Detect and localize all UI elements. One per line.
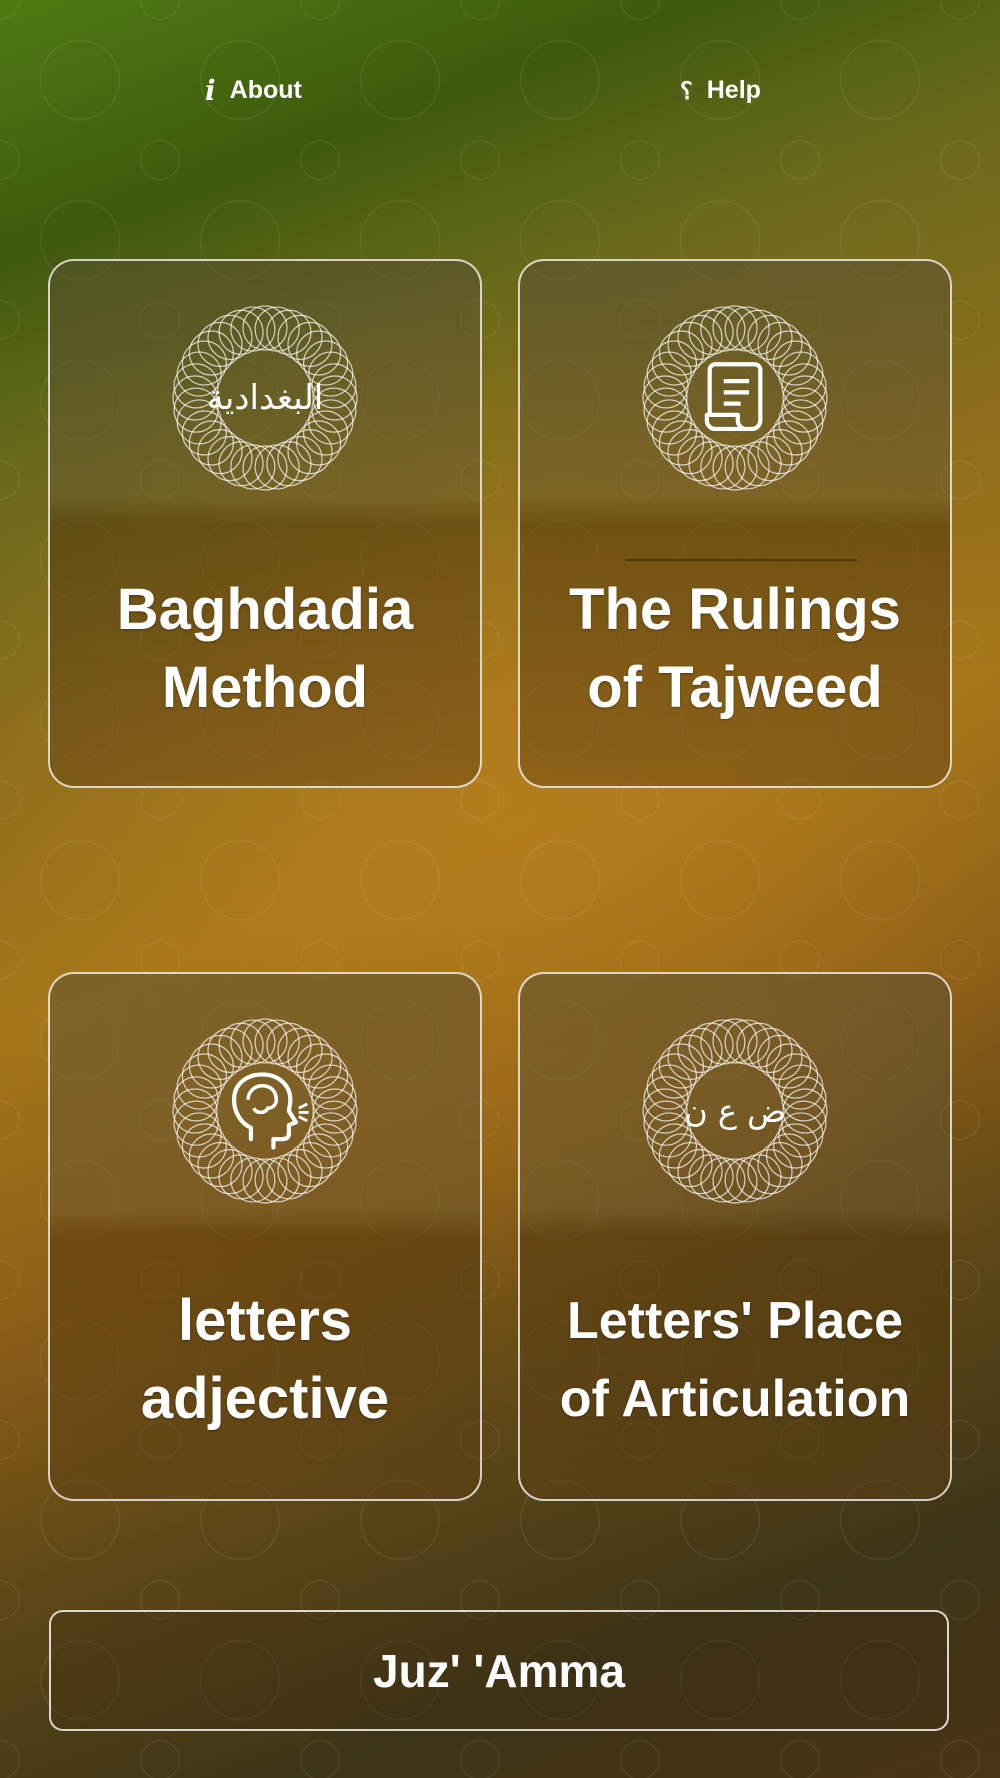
head-speaking-icon [170, 1016, 360, 1206]
card-letters-place-of-articulation[interactable]: ض ع ن Letters' Place of Articulation [518, 972, 952, 1501]
juz-amma-button[interactable]: Juz' 'Amma [49, 1610, 949, 1731]
about-label: About [229, 75, 302, 104]
juz-amma-label: Juz' 'Amma [373, 1644, 625, 1697]
about-button[interactable]: i About [205, 60, 302, 120]
question-icon: ؟ [680, 75, 693, 105]
divider [625, 559, 857, 561]
card-letters-adjective[interactable]: letters adjective [48, 972, 482, 1501]
arabic-letters-icon: ض ع ن [684, 1092, 786, 1130]
card-title: The Rulings of Tajweed [569, 577, 901, 720]
scroll-document-icon [640, 303, 830, 493]
card-title: letters adjective [140, 1288, 390, 1431]
help-label: Help [706, 75, 761, 104]
baghdadia-calligraphy-icon: البغدادية [206, 378, 324, 418]
card-baghdadia-method[interactable]: البغدادية Baghdadia Method [48, 259, 482, 788]
card-title: Letters' Place of Articulation [559, 1292, 911, 1428]
card-rulings-of-tajweed[interactable]: The Rulings of Tajweed [518, 259, 952, 788]
top-bar: i About ؟ Help [0, 60, 1000, 120]
card-title: Baghdadia Method [116, 577, 414, 720]
info-icon: i [205, 73, 216, 107]
help-button[interactable]: ؟ Help [680, 60, 761, 120]
